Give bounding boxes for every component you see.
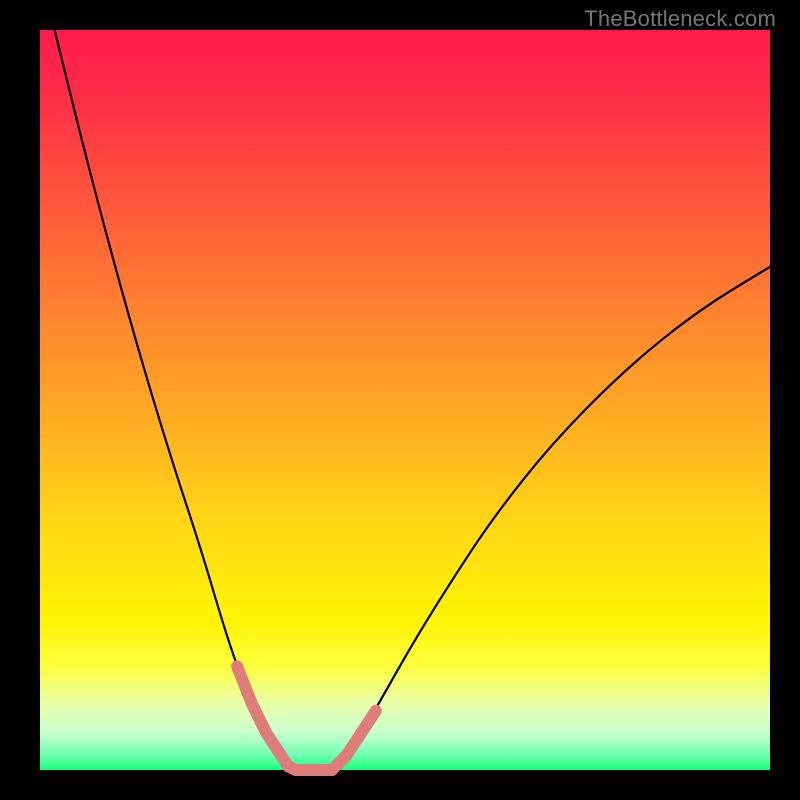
- series-left-curve: [55, 30, 296, 770]
- curve-layer: [40, 30, 770, 770]
- highlight-right-segment: [332, 711, 376, 770]
- watermark-text: TheBottleneck.com: [584, 6, 776, 32]
- chart-frame: TheBottleneck.com: [0, 0, 800, 800]
- series-right-curve: [332, 267, 770, 770]
- plot-area: [40, 30, 770, 770]
- highlight-bottom-segment: [288, 766, 332, 770]
- highlight-left-segment: [237, 666, 288, 766]
